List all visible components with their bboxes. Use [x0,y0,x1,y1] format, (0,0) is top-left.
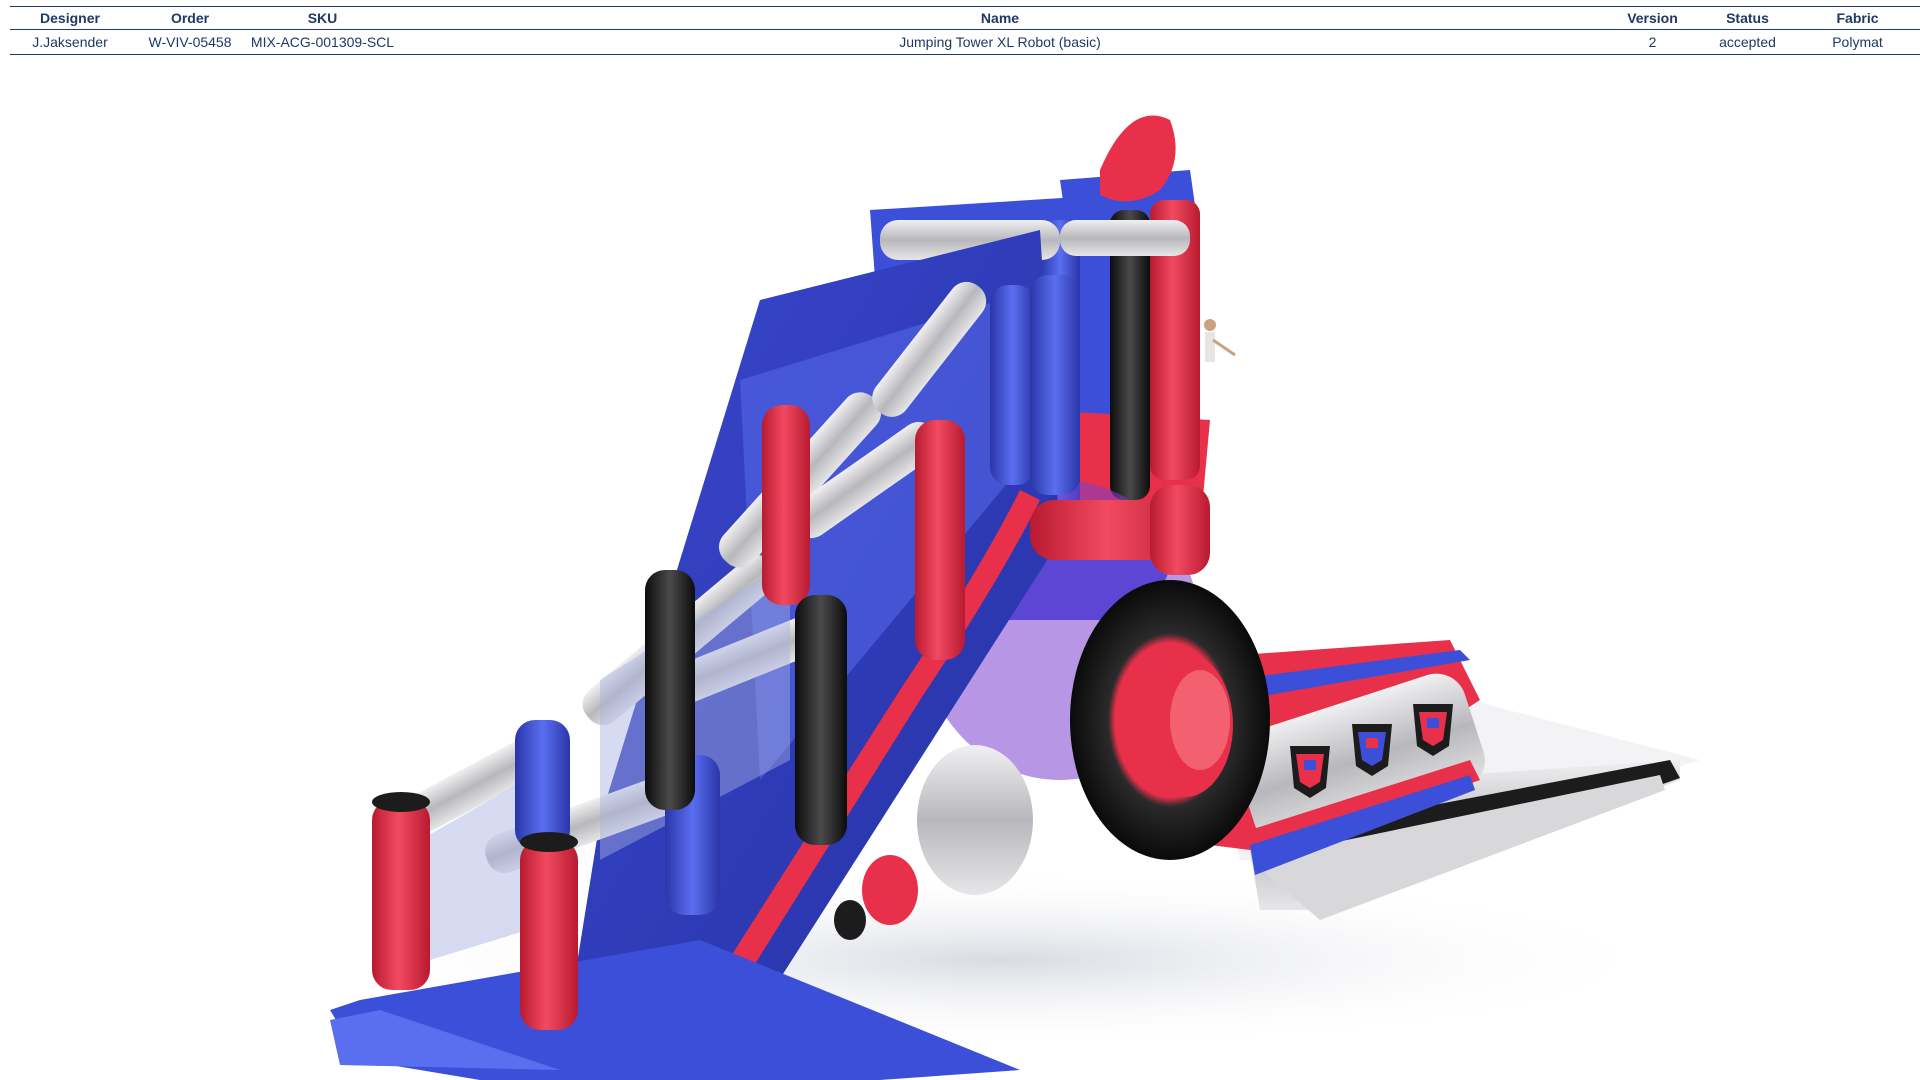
cell-version: 2 [1605,29,1700,55]
product-render [0,60,1920,1080]
spec-header: Designer Order SKU Name Version Status F… [10,6,1920,55]
cell-fabric: Polymat [1795,29,1920,55]
inflatable-robot-render-image [320,115,1700,1080]
cell-status: accepted [1700,29,1795,55]
spec-table: Designer Order SKU Name Version Status F… [10,6,1920,55]
header-name: Name [395,6,1605,30]
header-fabric: Fabric [1795,6,1920,30]
cell-designer: J.Jaksender [10,29,130,55]
table-header-row: Designer Order SKU Name Version Status F… [10,6,1920,30]
header-status: Status [1700,6,1795,30]
header-designer: Designer [10,6,130,30]
table-row: J.Jaksender W-VIV-05458 MIX-ACG-001309-S… [10,29,1920,55]
cell-name: Jumping Tower XL Robot (basic) [395,29,1605,55]
cell-sku: MIX-ACG-001309-SCL [250,29,395,55]
header-version: Version [1605,6,1700,30]
header-order: Order [130,6,250,30]
cell-order: W-VIV-05458 [130,29,250,55]
header-sku: SKU [250,6,395,30]
